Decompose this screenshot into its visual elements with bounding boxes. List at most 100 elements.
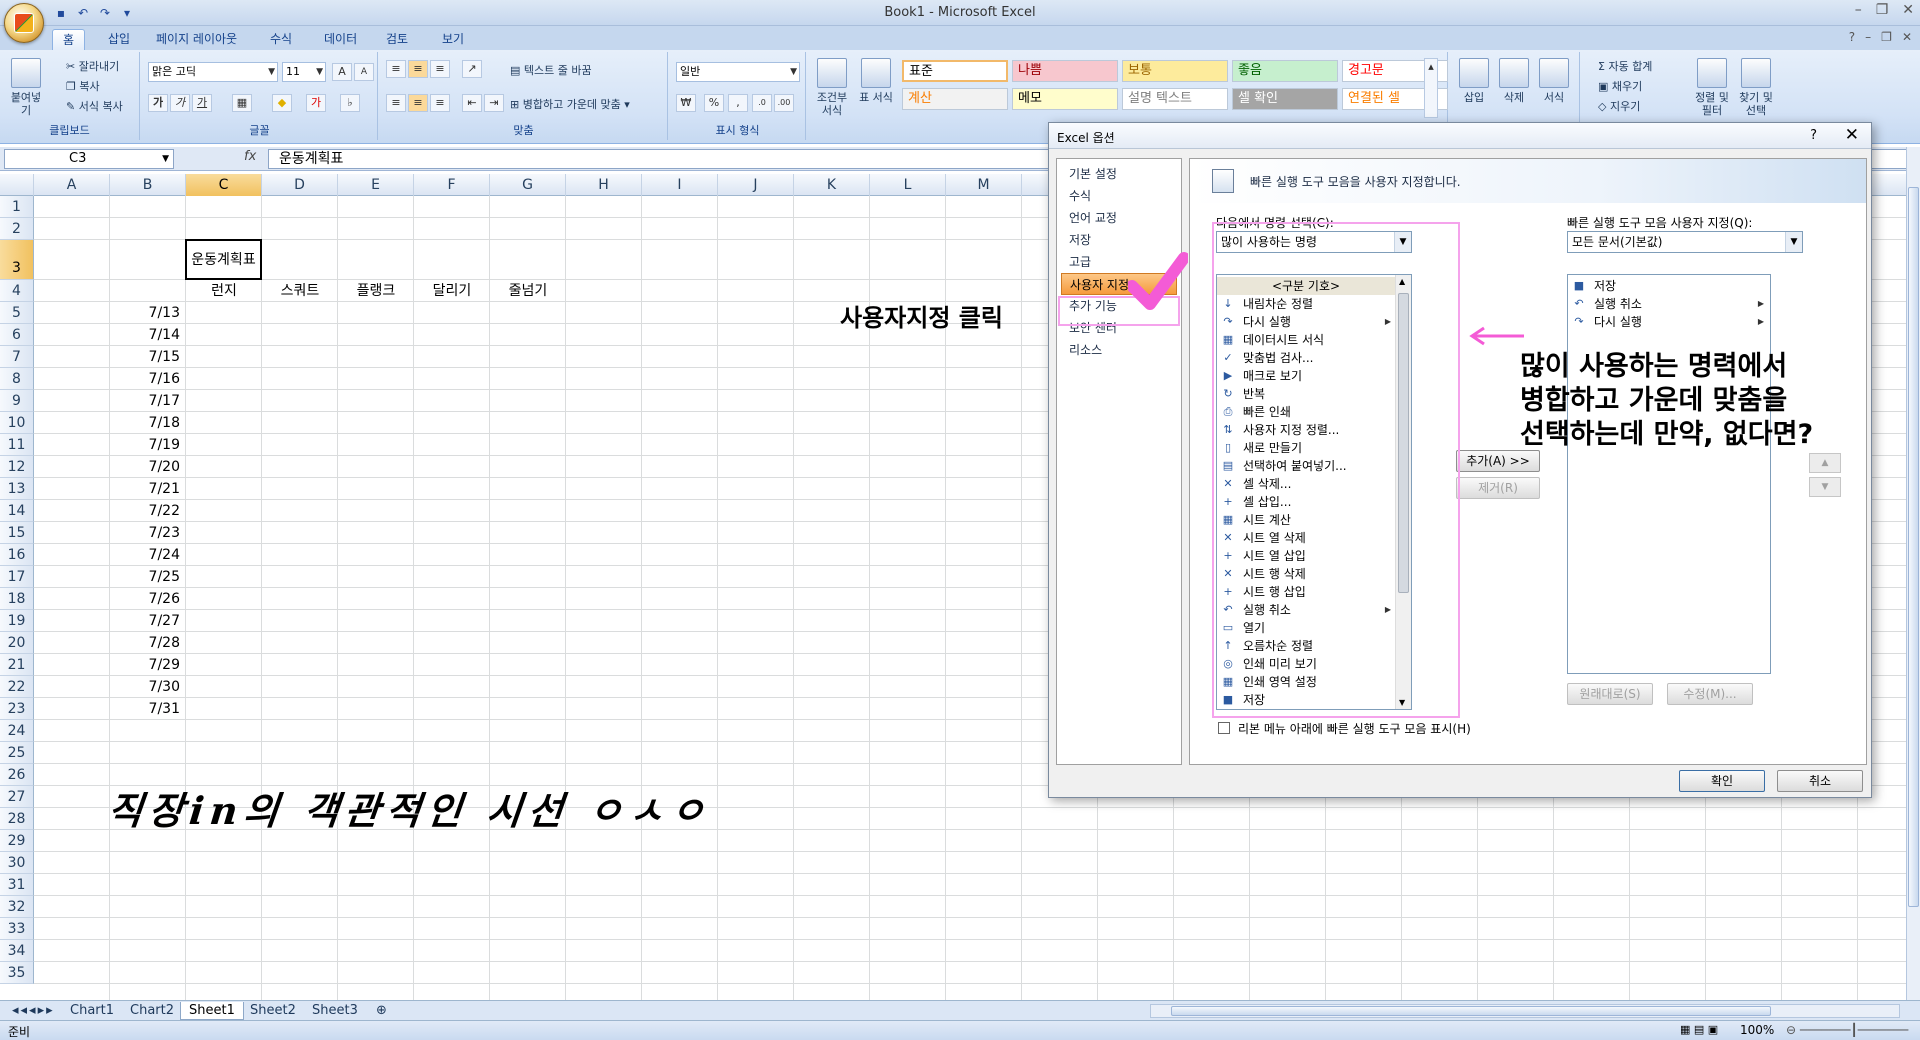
cancel-button[interactable]: 취소 (1777, 770, 1863, 792)
delete-cells-button[interactable]: 삭제 (1494, 58, 1534, 104)
header-cell[interactable]: 달리기 (414, 280, 490, 302)
view-buttons[interactable]: ▦ ▤ ▣ (1680, 1023, 1718, 1036)
orientation-icon[interactable]: ↗ (462, 60, 482, 78)
tab-home[interactable]: 홈 (52, 29, 86, 50)
font-name-combo[interactable]: 맑은 고딕 ▼ (148, 62, 278, 82)
date-cell[interactable]: 7/16 (110, 368, 180, 390)
sheet-tab-sheet2[interactable]: Sheet2 (242, 1002, 304, 1020)
restore-icon[interactable]: ❐ (1876, 2, 1889, 18)
column-header-c[interactable]: C (186, 174, 262, 196)
column-header-b[interactable]: B (110, 174, 186, 196)
workbook-close-icon[interactable]: ✕ (1902, 30, 1912, 44)
customize-qat-select[interactable]: 모든 문서(기본값) ▼ (1567, 231, 1803, 253)
increase-decimal-icon[interactable]: .0 (752, 94, 772, 112)
cell-style-3[interactable]: 좋음 (1232, 60, 1338, 82)
tab-insert[interactable]: 삽입 (98, 29, 140, 50)
sheet-tab-sheet3[interactable]: Sheet3 (304, 1002, 366, 1020)
column-header-j[interactable]: J (718, 174, 794, 196)
nav-item-3[interactable]: 저장 (1061, 229, 1177, 251)
row-header-23[interactable]: 23 (0, 698, 34, 720)
cell-style-1[interactable]: 나쁨 (1012, 60, 1118, 82)
date-cell[interactable]: 7/27 (110, 610, 180, 632)
gallery-scroll[interactable]: ▴ (1424, 58, 1438, 118)
row-header-16[interactable]: 16 (0, 544, 34, 566)
reset-button[interactable]: 원래대로(S) (1567, 683, 1653, 705)
row-header-22[interactable]: 22 (0, 676, 34, 698)
column-header-k[interactable]: K (794, 174, 870, 196)
date-cell[interactable]: 7/26 (110, 588, 180, 610)
nav-item-1[interactable]: 수식 (1061, 185, 1177, 207)
comma-icon[interactable]: , (728, 94, 748, 112)
remove-button[interactable]: 제거(R) (1456, 477, 1540, 499)
tab-review[interactable]: 검토 (376, 29, 418, 50)
date-cell[interactable]: 7/25 (110, 566, 180, 588)
column-header-a[interactable]: A (34, 174, 110, 196)
ok-button[interactable]: 확인 (1679, 770, 1765, 792)
undo-icon[interactable]: ↶ (74, 4, 92, 22)
tab-page-layout[interactable]: 페이지 레이아웃 (146, 29, 247, 50)
column-header-f[interactable]: F (414, 174, 490, 196)
ribbon-restore-icon[interactable]: ❐ (1881, 30, 1892, 44)
currency-icon[interactable]: ₩ (676, 94, 696, 112)
phonetic-icon[interactable]: ♭ (340, 94, 360, 112)
fx-icon[interactable]: fx (244, 149, 256, 164)
show-below-ribbon-checkbox[interactable] (1218, 722, 1230, 734)
conditional-format-button[interactable]: 조건부 서식 (812, 58, 852, 117)
row-header-32[interactable]: 32 (0, 896, 34, 918)
decrease-indent-icon[interactable]: ⇤ (462, 94, 482, 112)
column-header-e[interactable]: E (338, 174, 414, 196)
date-cell[interactable]: 7/13 (110, 302, 180, 324)
row-header-11[interactable]: 11 (0, 434, 34, 456)
row-header-33[interactable]: 33 (0, 918, 34, 940)
nav-item-2[interactable]: 언어 교정 (1061, 207, 1177, 229)
row-header-19[interactable]: 19 (0, 610, 34, 632)
sheet-tab-chart1[interactable]: Chart1 (62, 1002, 122, 1020)
move-up-icon[interactable]: ▲ (1809, 453, 1841, 473)
tab-data[interactable]: 데이터 (314, 29, 367, 50)
italic-icon[interactable]: 가 (170, 94, 190, 112)
horizontal-scrollbar[interactable] (1150, 1004, 1900, 1018)
row-header-28[interactable]: 28 (0, 808, 34, 830)
percent-icon[interactable]: % (704, 94, 724, 112)
shrink-font-icon[interactable]: A (354, 63, 374, 81)
align-left-icon[interactable]: ≡ (386, 94, 406, 112)
align-middle-icon[interactable]: ≡ (408, 60, 428, 78)
qat-commands-list[interactable]: ■ 저장 ↶ 실행 취소 ▶ ↷ 다시 실행 ▶ (1567, 274, 1771, 674)
date-cell[interactable]: 7/14 (110, 324, 180, 346)
row-header-9[interactable]: 9 (0, 390, 34, 412)
row-header-17[interactable]: 17 (0, 566, 34, 588)
fill-button[interactable]: ▣ 채우기 (1598, 78, 1642, 94)
row-header-34[interactable]: 34 (0, 940, 34, 962)
date-cell[interactable]: 7/22 (110, 500, 180, 522)
format-painter-button[interactable]: ✎ 서식 복사 (66, 98, 123, 114)
row-header-5[interactable]: 5 (0, 302, 34, 324)
ribbon-minimize-icon[interactable]: – (1865, 30, 1871, 44)
date-cell[interactable]: 7/20 (110, 456, 180, 478)
format-as-table-button[interactable]: 표 서식 (856, 58, 896, 104)
row-header-2[interactable]: 2 (0, 218, 34, 240)
cell-style-6[interactable]: 메모 (1012, 88, 1118, 110)
row-header-25[interactable]: 25 (0, 742, 34, 764)
cut-button[interactable]: ✂ 잘라내기 (66, 58, 119, 74)
qat-item[interactable]: ↶ 실행 취소 ▶ (1568, 295, 1768, 313)
row-header-21[interactable]: 21 (0, 654, 34, 676)
underline-icon[interactable]: 가 (192, 94, 212, 112)
row-header-4[interactable]: 4 (0, 280, 34, 302)
vertical-scroll-thumb[interactable] (1908, 187, 1919, 907)
cell-style-7[interactable]: 설명 텍스트 (1122, 88, 1228, 110)
insert-cells-button[interactable]: 삽입 (1454, 58, 1494, 104)
column-header-h[interactable]: H (566, 174, 642, 196)
column-header-l[interactable]: L (870, 174, 946, 196)
copy-button[interactable]: ❐ 복사 (66, 78, 100, 94)
align-top-icon[interactable]: ≡ (386, 60, 406, 78)
date-cell[interactable]: 7/29 (110, 654, 180, 676)
customize-qat-icon[interactable]: ▾ (118, 4, 136, 22)
modify-button[interactable]: 수정(M)... (1667, 683, 1753, 705)
font-color-icon[interactable]: 가 (306, 94, 326, 112)
select-all-corner[interactable] (0, 174, 34, 196)
name-box[interactable]: C3 ▼ (4, 149, 174, 169)
redo-icon[interactable]: ↷ (96, 4, 114, 22)
row-header-6[interactable]: 6 (0, 324, 34, 346)
date-cell[interactable]: 7/31 (110, 698, 180, 720)
row-header-35[interactable]: 35 (0, 962, 34, 984)
